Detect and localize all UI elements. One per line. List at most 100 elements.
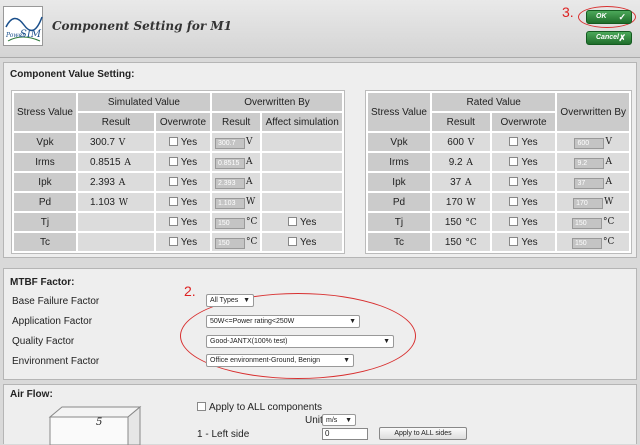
col-header-affect: Affect simulation [262,113,342,131]
col-header-result: Result [431,113,490,131]
environment-factor-label: Environment Factor [12,356,100,367]
chevron-down-icon: ▼ [383,338,390,345]
component-value-panel: Component Value Setting: Stress Value Si… [3,62,637,258]
overwrote-checkbox[interactable]: Yes [491,153,556,171]
chevron-down-icon: ▼ [343,357,350,364]
x-icon: ✗ [618,33,626,43]
left-side-input[interactable]: 0 [322,428,368,440]
cancel-button-label: Cancel [596,34,619,41]
result-value: 300.7 V [77,133,154,151]
annotation-2: 2. [184,283,196,299]
col-header-overwrote: Overwrote [155,113,210,131]
result-value: 150 °C [431,233,490,251]
affect-cell [262,193,342,211]
affect-checkbox[interactable]: Yes [262,213,342,231]
airflow-panel: Air Flow: 5 Apply to ALL components Unit… [3,384,637,445]
chevron-down-icon: ▼ [243,297,250,304]
ok-button[interactable]: OK ✓ [586,10,632,24]
overwrote-checkbox[interactable]: Yes [155,233,210,251]
overwrite-input[interactable]: 37 A [557,173,629,191]
overwrite-input[interactable]: 1.103 W [211,193,261,211]
rated-value-table: Stress Value Rated Value Overwritten By … [365,90,632,254]
apply-all-sides-button[interactable]: Apply to ALL sides [379,427,467,440]
overwrote-checkbox[interactable]: Yes [155,133,210,151]
affect-cell [262,133,342,151]
row-label: Tj [368,213,430,231]
row-label: Vpk [368,133,430,151]
table-row: Vpk 300.7 V Yes 300.7 V [14,133,342,151]
mtbf-title: MTBF Factor: [10,277,75,288]
col-header-overwrote: Overwrote [491,113,556,131]
table-row: Pd 170 W Yes 170 W [368,193,629,211]
row-label: Irms [14,153,76,171]
overwrite-input[interactable]: 2.393 A [211,173,261,191]
left-side-label: 1 - Left side [197,429,250,440]
overwrite-input[interactable]: 150 °C [211,213,261,231]
apply-all-components-checkbox[interactable]: Apply to ALL components [197,402,322,413]
row-label: Tc [368,233,430,251]
application-factor-label: Application Factor [12,316,93,327]
row-label: Pd [14,193,76,211]
row-label: Tc [14,233,76,251]
overwrite-input[interactable]: 300.7 V [211,133,261,151]
overwrite-input[interactable]: 150 °C [211,233,261,251]
overwrite-input[interactable]: 9.2 A [557,153,629,171]
col-header-result: Result [77,113,154,131]
airflow-title: Air Flow: [10,389,53,400]
cube-side-label: 5 [96,417,103,428]
row-label: Ipk [14,173,76,191]
overwrote-checkbox[interactable]: Yes [155,153,210,171]
table-row: Vpk 600 V Yes 600 V [368,133,629,151]
airflow-cube-diagram [48,405,142,445]
overwrote-checkbox[interactable]: Yes [491,233,556,251]
row-label: Ipk [368,173,430,191]
overwrote-checkbox[interactable]: Yes [491,133,556,151]
overwrite-input[interactable]: 150 °C [557,233,629,251]
table-row: Tj Yes 150 °C Yes [14,213,342,231]
base-failure-select[interactable]: All Types ▼ [206,294,254,307]
overwrite-input[interactable]: 0.8515 A [211,153,261,171]
application-factor-select[interactable]: 50W<=Power rating<250W ▼ [206,315,360,328]
table-row: Irms 0.8515 A Yes 0.8515 A [14,153,342,171]
table-row: Tc Yes 150 °C Yes [14,233,342,251]
cancel-button[interactable]: Cancel ✗ [586,31,632,45]
table-row: Irms 9.2 A Yes 9.2 A [368,153,629,171]
result-value: 600 V [431,133,490,151]
overwrote-checkbox[interactable]: Yes [491,193,556,211]
unit-select[interactable]: m/s ▼ [322,414,356,426]
overwrote-checkbox[interactable]: Yes [491,173,556,191]
table-row: Tc 150 °C Yes 150 °C [368,233,629,251]
environment-factor-select[interactable]: Office environment-Ground, Benign ▼ [206,354,354,367]
overwrite-input[interactable]: 600 V [557,133,629,151]
checkbox-icon [197,402,206,411]
overwrote-checkbox[interactable]: Yes [155,173,210,191]
window-title: Component Setting for M1 [52,19,232,33]
result-value: 9.2 A [431,153,490,171]
col-header-overwritten: Overwritten By [211,93,342,111]
affect-checkbox[interactable]: Yes [262,233,342,251]
col-header-rated: Rated Value [431,93,556,111]
check-icon: ✓ [618,12,626,22]
overwrote-checkbox[interactable]: Yes [155,193,210,211]
overwrite-input[interactable]: 170 W [557,193,629,211]
annotation-3: 3. [562,4,574,20]
result-value: 170 W [431,193,490,211]
row-label: Irms [368,153,430,171]
affect-cell [262,153,342,171]
overwrote-checkbox[interactable]: Yes [491,213,556,231]
overwrote-checkbox[interactable]: Yes [155,213,210,231]
powersim-logo: Power SIM [3,6,43,46]
col-header-stress: Stress Value [368,93,430,131]
chevron-down-icon: ▼ [345,417,352,424]
table-row: Ipk 2.393 A Yes 2.393 A [14,173,342,191]
header-bar: Power SIM Component Setting for M1 3. OK… [0,0,640,58]
result-value: 1.103 W [77,193,154,211]
quality-factor-select[interactable]: Good-JANTX(100% test) ▼ [206,335,394,348]
mtbf-panel: MTBF Factor: 2. Base Failure Factor All … [3,268,637,380]
chevron-down-icon: ▼ [349,318,356,325]
quality-factor-label: Quality Factor [12,336,75,347]
row-label: Vpk [14,133,76,151]
affect-cell [262,173,342,191]
overwrite-input[interactable]: 150 °C [557,213,629,231]
base-failure-label: Base Failure Factor [12,296,100,307]
